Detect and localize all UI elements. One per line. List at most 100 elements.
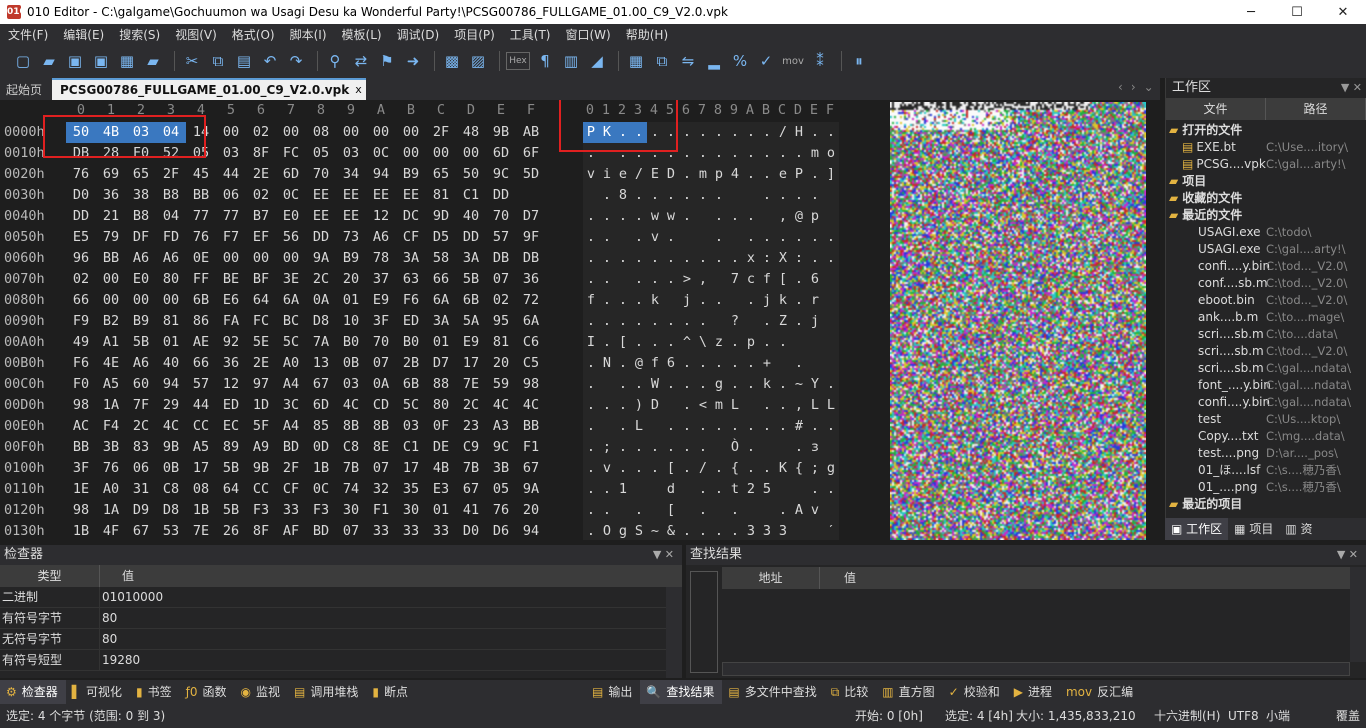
ascii-char[interactable]: . [583, 458, 599, 479]
ascii-char[interactable]: . [631, 269, 647, 290]
ascii-char[interactable]: / [695, 458, 711, 479]
hex-byte[interactable]: F1 [516, 437, 546, 458]
workspace-file-item[interactable]: test....png D:\ar...._pos\ [1166, 445, 1366, 462]
hex-byte[interactable]: DB [516, 248, 546, 269]
hex-byte[interactable]: 03 [396, 416, 426, 437]
hex-byte[interactable]: 36 [216, 353, 246, 374]
ascii-char[interactable]: . [647, 311, 663, 332]
hex-byte[interactable]: FA [216, 311, 246, 332]
hex-byte[interactable]: 67 [306, 374, 336, 395]
hex-byte[interactable]: 17 [456, 353, 486, 374]
hex-byte[interactable]: A9 [246, 437, 276, 458]
hex-byte[interactable]: 6A [276, 290, 306, 311]
hex-byte[interactable]: DD [456, 227, 486, 248]
ascii-char[interactable]: . [663, 437, 679, 458]
ascii-char[interactable]: . [583, 479, 599, 500]
hex-byte[interactable]: 58 [426, 248, 456, 269]
ascii-char[interactable]: . [679, 164, 695, 185]
hex-bytes[interactable]: 49 A1 5B 01 AE 92 5E 5C 7A B0 70 B0 01 E9 81 C6 [66, 332, 546, 353]
ascii-char[interactable]: . [615, 395, 631, 416]
hex-byte[interactable]: ED [396, 311, 426, 332]
hex-byte[interactable]: 35 [396, 479, 426, 500]
ascii-char[interactable]: f [759, 269, 775, 290]
ascii-char[interactable]: 2 [743, 479, 759, 500]
hex-byte[interactable]: 40 [456, 206, 486, 227]
hex-byte[interactable]: 20 [516, 500, 546, 521]
hex-byte[interactable]: 44 [186, 395, 216, 416]
ascii-char[interactable]: . [807, 164, 823, 185]
ascii-chars[interactable]: . N. @ f 6..... +. [583, 353, 839, 374]
hex-byte[interactable]: 9C [486, 164, 516, 185]
ascii-char[interactable]: r [807, 290, 823, 311]
ascii-char[interactable]: . [711, 248, 727, 269]
hex-byte[interactable]: 80 [156, 269, 186, 290]
ascii-chars[interactable]: ...) D. < m L.., L L [583, 395, 839, 416]
ascii-char[interactable]: . [599, 290, 615, 311]
ascii-char[interactable]: . [647, 185, 663, 206]
hex-byte[interactable]: 33 [396, 521, 426, 540]
ascii-char[interactable]: H [791, 122, 807, 143]
hex-byte[interactable]: 83 [126, 437, 156, 458]
hex-byte[interactable]: A4 [276, 416, 306, 437]
hex-bytes[interactable]: 76 69 65 2F 45 44 2E 6D 70 34 94 B9 65 50 9C 5D [66, 164, 546, 185]
ascii-char[interactable]: . [775, 227, 791, 248]
hex-byte[interactable]: A1 [96, 332, 126, 353]
workspace-file-item[interactable]: ▤ EXE.bt C:\Use....itory\ [1166, 139, 1366, 156]
hex-byte[interactable]: CC [186, 416, 216, 437]
ascii-chars[interactable]: ... W... g.. k. ~ Y. [583, 374, 839, 395]
ascii-char[interactable]: . [583, 500, 599, 521]
hex-byte[interactable]: 29 [156, 395, 186, 416]
hex-byte[interactable]: 76 [186, 227, 216, 248]
tab-resources[interactable]: ▥ 资 [1279, 518, 1318, 540]
workspace-file-item[interactable]: USAGI.exe C:\gal....arty!\ [1166, 241, 1366, 258]
find-results-hscroll[interactable] [722, 662, 1350, 676]
ascii-char[interactable]: . [743, 416, 759, 437]
hex-byte[interactable]: F1 [366, 500, 396, 521]
hex-byte[interactable]: D0 [456, 521, 486, 540]
hex-byte[interactable]: 7B [456, 458, 486, 479]
ascii-char[interactable]: . [679, 521, 695, 540]
hex-byte[interactable]: A6 [126, 248, 156, 269]
ascii-char[interactable]: . [599, 227, 615, 248]
hex-byte[interactable]: 7B [336, 458, 366, 479]
hex-byte[interactable]: 48 [456, 122, 486, 143]
hex-byte[interactable]: 89 [216, 437, 246, 458]
hex-byte[interactable]: 2C [456, 395, 486, 416]
hex-byte[interactable]: A0 [96, 479, 126, 500]
hex-byte[interactable]: 3A [426, 311, 456, 332]
template-icon[interactable]: ▩ [441, 50, 463, 72]
hex-byte[interactable]: 8B [366, 416, 396, 437]
inspector-value[interactable]: 80 [100, 629, 682, 649]
hex-byte[interactable]: 00 [96, 269, 126, 290]
tab-list-icon[interactable]: ⌄ [1144, 80, 1154, 98]
bottom-tab[interactable]: ▌ 可视化 [66, 680, 130, 704]
ascii-chars[interactable]: ..... >, 7 c f[. 6 [583, 269, 839, 290]
ascii-char[interactable]: ; [807, 458, 823, 479]
hex-byte[interactable]: D9 [126, 500, 156, 521]
hex-byte[interactable]: EE [306, 185, 336, 206]
ascii-char[interactable]: ^ [679, 332, 695, 353]
hex-byte[interactable]: 07 [366, 353, 396, 374]
hex-byte[interactable]: 1D [246, 395, 276, 416]
hex-byte[interactable]: 5C [396, 395, 426, 416]
hex-byte[interactable]: 36 [96, 185, 126, 206]
ascii-char[interactable]: . [775, 374, 791, 395]
find-results-sidebar[interactable] [690, 571, 718, 673]
hex-byte[interactable]: 33 [276, 500, 306, 521]
ascii-char[interactable]: . [695, 479, 711, 500]
ascii-char[interactable]: . [631, 311, 647, 332]
hex-byte[interactable]: 7A [306, 332, 336, 353]
bottom-tab[interactable]: ▮ 书签 [130, 680, 180, 704]
hex-byte[interactable]: F7 [216, 227, 246, 248]
hex-byte[interactable]: 88 [426, 374, 456, 395]
ascii-char[interactable]: ] [823, 164, 839, 185]
hex-byte[interactable]: C1 [456, 185, 486, 206]
hex-byte[interactable]: 6A [426, 290, 456, 311]
ascii-chars[interactable]: v i e / E D. m p 4.. e P.] [583, 164, 839, 185]
ascii-char[interactable]: . [695, 122, 711, 143]
hex-bytes[interactable]: 1B 4F 67 53 7E 26 8F AF BD 07 33 33 33 D0 D6 94 [66, 521, 546, 540]
inspector-col-value[interactable]: 值 [100, 565, 682, 587]
hex-byte[interactable]: CF [396, 227, 426, 248]
hex-byte[interactable]: 6A [516, 311, 546, 332]
ascii-char[interactable]: . [599, 479, 615, 500]
